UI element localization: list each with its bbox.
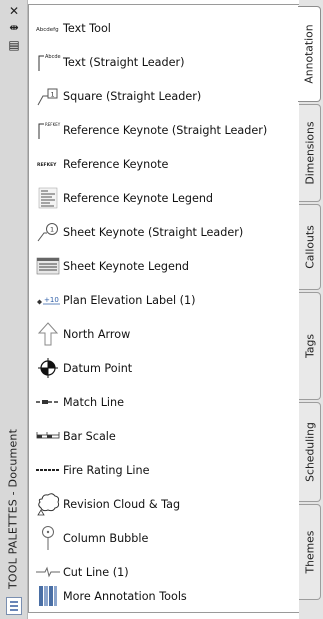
tab-label: Callouts xyxy=(303,225,316,269)
svg-text:REFKEY: REFKEY xyxy=(37,162,57,168)
tool-label: Bar Scale xyxy=(63,429,116,443)
tool-label: Fire Rating Line xyxy=(63,463,150,477)
svg-text:1: 1 xyxy=(51,91,55,99)
bar-scale-icon xyxy=(35,425,61,447)
keynote-legend-icon xyxy=(35,187,61,209)
reference-keynote-icon: REFKEY xyxy=(35,153,61,175)
tool-reference-keynote-legend[interactable]: Reference Keynote Legend xyxy=(35,181,297,215)
revision-cloud-icon xyxy=(35,493,61,516)
datum-point-icon xyxy=(35,357,61,379)
tool-label: Datum Point xyxy=(63,361,133,375)
tool-palette: Abcdefg Text Tool Abcde Text (Straight L… xyxy=(28,4,299,613)
sheet-keynote-leader-icon: 1 xyxy=(35,221,61,243)
tool-text-straight-leader[interactable]: Abcde Text (Straight Leader) xyxy=(35,45,297,79)
tab-label: Tags xyxy=(303,334,316,358)
tab-scheduling[interactable]: Scheduling xyxy=(299,402,321,502)
tab-label: Themes xyxy=(303,530,316,574)
reference-keynote-leader-icon: REFKEY xyxy=(35,119,61,141)
tool-label: North Arrow xyxy=(63,327,131,341)
tool-datum-point[interactable]: Datum Point xyxy=(35,351,297,385)
svg-text:1: 1 xyxy=(50,226,54,234)
auto-hide-icon[interactable]: ⇹ xyxy=(7,21,21,35)
tool-label: Match Line xyxy=(63,395,125,409)
tool-column-bubble[interactable]: Column Bubble xyxy=(35,521,297,555)
sheet-keynote-legend-icon xyxy=(35,255,61,277)
svg-text:REFKEY: REFKEY xyxy=(45,122,61,127)
palette-properties-icon[interactable] xyxy=(6,597,22,615)
tool-bar-scale[interactable]: Bar Scale xyxy=(35,419,297,453)
tool-label: Sheet Keynote Legend xyxy=(63,259,190,273)
tool-plan-elevation-label[interactable]: +10 Plan Elevation Label (1) xyxy=(35,283,297,317)
palette-title: TOOL PALETTES - Document xyxy=(1,359,25,589)
tool-text-tool[interactable]: Abcdefg Text Tool xyxy=(35,11,297,45)
more-tools-icon xyxy=(35,585,61,607)
plan-elevation-label-icon: +10 xyxy=(35,289,61,311)
tool-match-line[interactable]: Match Line xyxy=(35,385,297,419)
north-arrow-icon xyxy=(35,322,61,346)
tool-reference-keynote-straight-leader[interactable]: REFKEY Reference Keynote (Straight Leade… xyxy=(35,113,297,147)
svg-text:Abcde: Abcde xyxy=(45,54,61,60)
tab-label: Dimensions xyxy=(303,121,316,185)
tab-label: Scheduling xyxy=(303,422,316,482)
tab-dimensions[interactable]: Dimensions xyxy=(299,104,321,202)
tab-tags[interactable]: Tags xyxy=(299,292,321,400)
svg-text:Abcdefg: Abcdefg xyxy=(36,27,59,33)
tool-label: More Annotation Tools xyxy=(63,589,187,603)
square-leader-icon: 1 xyxy=(35,85,61,107)
tool-more-annotation-tools[interactable]: More Annotation Tools xyxy=(35,579,297,613)
text-tool-icon: Abcdefg xyxy=(35,17,61,39)
title-strip: ✕ ⇹ ▤ TOOL PALETTES - Document xyxy=(0,0,28,619)
tool-label: Text Tool xyxy=(63,21,111,35)
properties-menu-icon[interactable]: ▤ xyxy=(7,38,21,52)
tab-annotation[interactable]: Annotation xyxy=(298,6,321,102)
tool-label: Sheet Keynote (Straight Leader) xyxy=(63,225,244,239)
tool-square-straight-leader[interactable]: 1 Square (Straight Leader) xyxy=(35,79,297,113)
tool-label: Plan Elevation Label (1) xyxy=(63,293,196,307)
tool-reference-keynote[interactable]: REFKEY Reference Keynote xyxy=(35,147,297,181)
fire-rating-line-icon xyxy=(35,459,61,481)
tool-label: Text (Straight Leader) xyxy=(63,55,185,69)
close-icon[interactable]: ✕ xyxy=(7,4,21,18)
match-line-icon xyxy=(35,391,61,413)
tool-label: Revision Cloud & Tag xyxy=(63,497,181,511)
tab-themes[interactable]: Themes xyxy=(299,504,321,600)
tool-north-arrow[interactable]: North Arrow xyxy=(35,317,297,351)
tab-label: Annotation xyxy=(302,24,316,84)
tool-label: Column Bubble xyxy=(63,531,149,545)
svg-text:+10: +10 xyxy=(44,296,59,304)
tab-callouts[interactable]: Callouts xyxy=(299,204,321,290)
column-bubble-icon xyxy=(35,526,61,550)
palette-tabs: Annotation Dimensions Callouts Tags Sche… xyxy=(298,0,323,619)
text-leader-icon: Abcde xyxy=(35,51,61,73)
tool-label: Reference Keynote Legend xyxy=(63,191,214,205)
tool-label: Square (Straight Leader) xyxy=(63,89,202,103)
tool-label: Cut Line (1) xyxy=(63,565,129,579)
tool-label: Reference Keynote (Straight Leader) xyxy=(63,123,268,137)
palette-title-text: TOOL PALETTES - Document xyxy=(6,428,20,589)
tool-fire-rating-line[interactable]: Fire Rating Line xyxy=(35,453,297,487)
tool-sheet-keynote-legend[interactable]: Sheet Keynote Legend xyxy=(35,249,297,283)
tool-label: Reference Keynote xyxy=(63,157,169,171)
tool-sheet-keynote-straight-leader[interactable]: 1 Sheet Keynote (Straight Leader) xyxy=(35,215,297,249)
tool-revision-cloud-tag[interactable]: Revision Cloud & Tag xyxy=(35,487,297,521)
